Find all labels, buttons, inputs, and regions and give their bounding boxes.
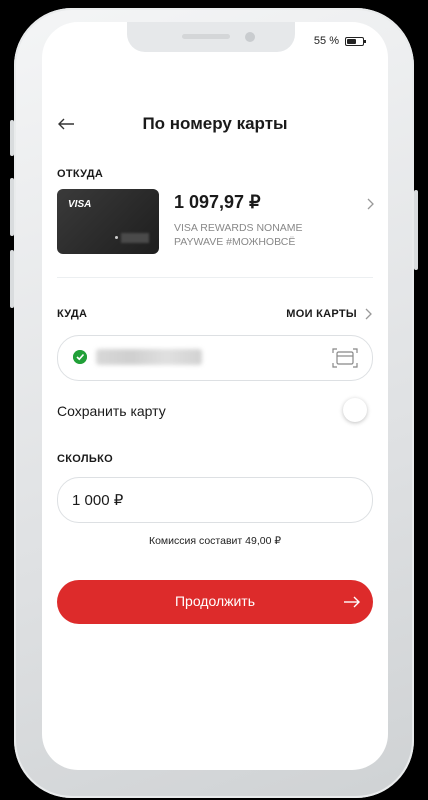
app-screen: 55 % По номеру карты ОТКУДА VISA 1 097,9… (42, 22, 388, 770)
chevron-right-icon (365, 308, 372, 320)
divider (57, 277, 373, 278)
phone-side-button (10, 120, 14, 156)
continue-button[interactable]: Продолжить (57, 580, 373, 624)
card-number-value-hidden (96, 349, 202, 365)
from-section-label: ОТКУДА (57, 168, 104, 180)
source-card-selector[interactable]: VISA 1 097,97 ₽ VISA REWARDS NONAME PAYW… (57, 185, 374, 255)
card-dot (115, 236, 118, 239)
battery-icon (345, 36, 366, 46)
card-image: VISA (57, 189, 159, 254)
speaker (182, 34, 230, 39)
sberbank-logo-icon (73, 350, 87, 364)
front-camera (245, 32, 255, 42)
save-card-toggle[interactable] (343, 398, 367, 422)
arrow-right-icon (344, 596, 360, 608)
phone-side-button (10, 178, 14, 236)
page-title: По номеру карты (142, 114, 288, 133)
chevron-right-icon (367, 198, 374, 210)
amount-value: 1 000 ₽ (72, 492, 124, 509)
battery-level-fill (347, 38, 357, 44)
my-cards-link[interactable]: МОИ КАРТЫ (286, 307, 373, 321)
phone-side-button (414, 190, 418, 270)
card-description: VISA REWARDS NONAME PAYWAVE #МОЖНОВСЁ (174, 221, 354, 249)
my-cards-label: МОИ КАРТЫ (286, 308, 357, 320)
save-card-row: Сохранить карту (57, 398, 373, 426)
header: По номеру карты (42, 112, 388, 138)
card-name-line1: VISA REWARDS NONAME (174, 222, 303, 234)
amount-section-label: СКОЛЬКО (57, 453, 113, 465)
commission-text: Комиссия составит 49,00 ₽ (148, 535, 282, 547)
card-scan-icon[interactable] (332, 347, 358, 369)
card-name-line2: PAYWAVE #МОЖНОВСЁ (174, 236, 296, 248)
to-section-label: КУДА (57, 308, 88, 320)
card-brand-logo: VISA (68, 199, 92, 210)
amount-input[interactable]: 1 000 ₽ (57, 477, 373, 523)
card-number-input[interactable] (57, 335, 373, 381)
battery-percent: 55 % (313, 35, 339, 47)
phone-side-button (10, 250, 14, 308)
card-number-hidden (121, 233, 149, 243)
card-balance: 1 097,97 ₽ (174, 192, 261, 212)
save-card-label: Сохранить карту (57, 403, 166, 419)
phone-notch (127, 22, 295, 52)
continue-label: Продолжить (174, 593, 256, 609)
status-bar: 55 % (313, 35, 366, 47)
